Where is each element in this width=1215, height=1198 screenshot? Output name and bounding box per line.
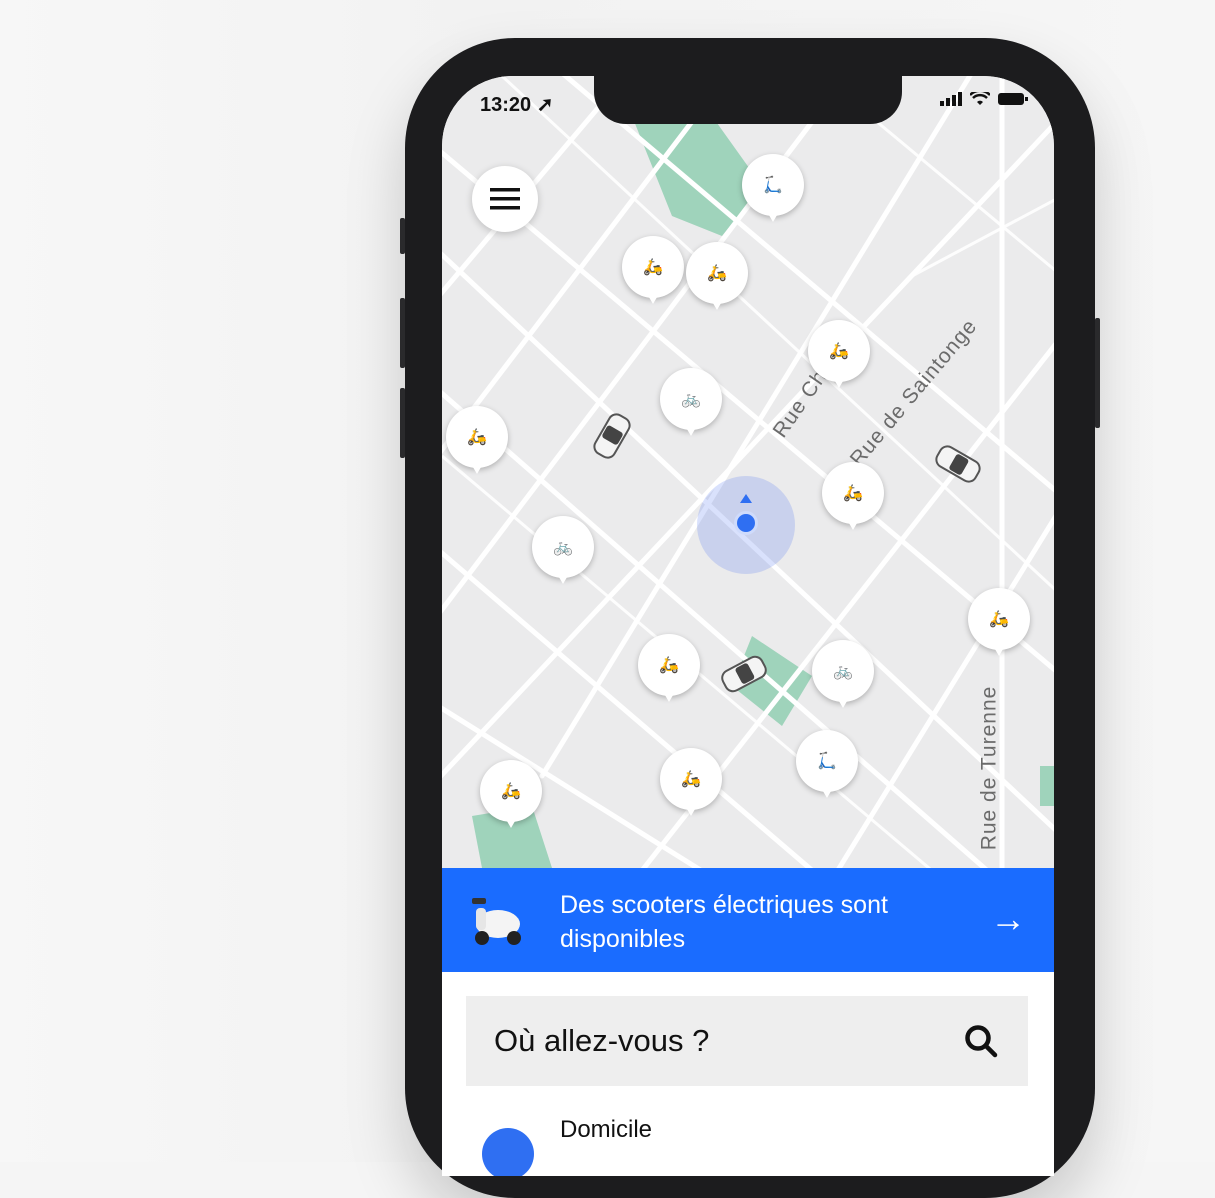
vehicle-pin-scooter[interactable]: 🛵 <box>808 320 870 388</box>
current-location-marker <box>697 476 795 574</box>
banner-text: Des scooters électriques sont disponible… <box>560 891 888 953</box>
scooter-icon: 🛵 <box>501 783 521 800</box>
street-label: Rue de Turenne <box>977 685 1001 851</box>
saved-place-label: Domicile <box>560 1116 653 1143</box>
status-icons <box>940 92 1028 106</box>
vehicle-pin-bike[interactable]: 🚲 <box>660 368 722 436</box>
scooter-icon: 🛵 <box>659 657 679 674</box>
electric-scooter-icon <box>472 898 521 945</box>
scooter-icon: 🛵 <box>707 265 727 282</box>
wifi-icon <box>970 92 990 105</box>
vehicle-pin-scooter[interactable]: 🛵 <box>968 588 1030 656</box>
scooter-icon: 🛵 <box>843 485 863 502</box>
vehicle-pin-kick-scooter[interactable]: 🛴 <box>742 154 804 222</box>
vehicle-pin-scooter[interactable]: 🛵 <box>446 406 508 474</box>
vehicle-pin-scooter[interactable]: 🛵 <box>622 236 684 304</box>
vehicle-pin-scooter[interactable]: 🛵 <box>480 760 542 828</box>
scooter-availability-banner[interactable]: Des scooters électriques sont disponible… <box>442 868 1054 972</box>
search-icon[interactable] <box>964 1024 998 1058</box>
location-arrow-icon: ➚ <box>536 94 554 116</box>
scooter-icon: 🛵 <box>989 611 1009 628</box>
hamburger-icon <box>490 188 520 210</box>
signal-icon <box>940 92 962 106</box>
bottom-panel: Où allez-vous ? Domicile <box>442 972 1054 1176</box>
phone-screen: Rue Ch Rue de Saintonge Rue de Turenne 🛵… <box>442 76 1054 1176</box>
bike-icon: 🚲 <box>833 663 853 680</box>
bike-icon: 🚲 <box>553 539 573 556</box>
battery-icon <box>998 93 1028 105</box>
scooter-icon: 🛵 <box>829 343 849 360</box>
status-time: 13:20 ➚ <box>480 94 554 116</box>
vehicle-pin-scooter[interactable]: 🛵 <box>822 462 884 530</box>
vehicle-pin-scooter[interactable]: 🛵 <box>686 242 748 310</box>
search-label: Où allez-vous ? <box>494 1023 710 1058</box>
kick-scooter-icon: 🛴 <box>763 177 783 194</box>
saved-place-home[interactable]: Domicile <box>482 1116 652 1176</box>
vehicle-pin-scooter[interactable]: 🛵 <box>660 748 722 816</box>
arrow-right-icon[interactable]: → <box>990 898 1026 940</box>
vehicle-pin-scooter[interactable]: 🛵 <box>638 634 700 702</box>
menu-button[interactable] <box>472 166 538 232</box>
vehicle-pin-bike[interactable]: 🚲 <box>532 516 594 584</box>
vehicle-pin-bike[interactable]: 🚲 <box>812 640 874 708</box>
scooter-icon: 🛵 <box>467 429 487 446</box>
vehicle-pin-kick-scooter[interactable]: 🛴 <box>796 730 858 798</box>
bike-icon: 🚲 <box>681 391 701 408</box>
destination-search[interactable]: Où allez-vous ? <box>466 996 1028 1086</box>
kick-scooter-icon: 🛴 <box>817 753 837 770</box>
scooter-icon: 🛵 <box>681 771 701 788</box>
home-icon <box>482 1128 534 1176</box>
scooter-icon: 🛵 <box>643 259 663 276</box>
notch <box>594 76 902 124</box>
